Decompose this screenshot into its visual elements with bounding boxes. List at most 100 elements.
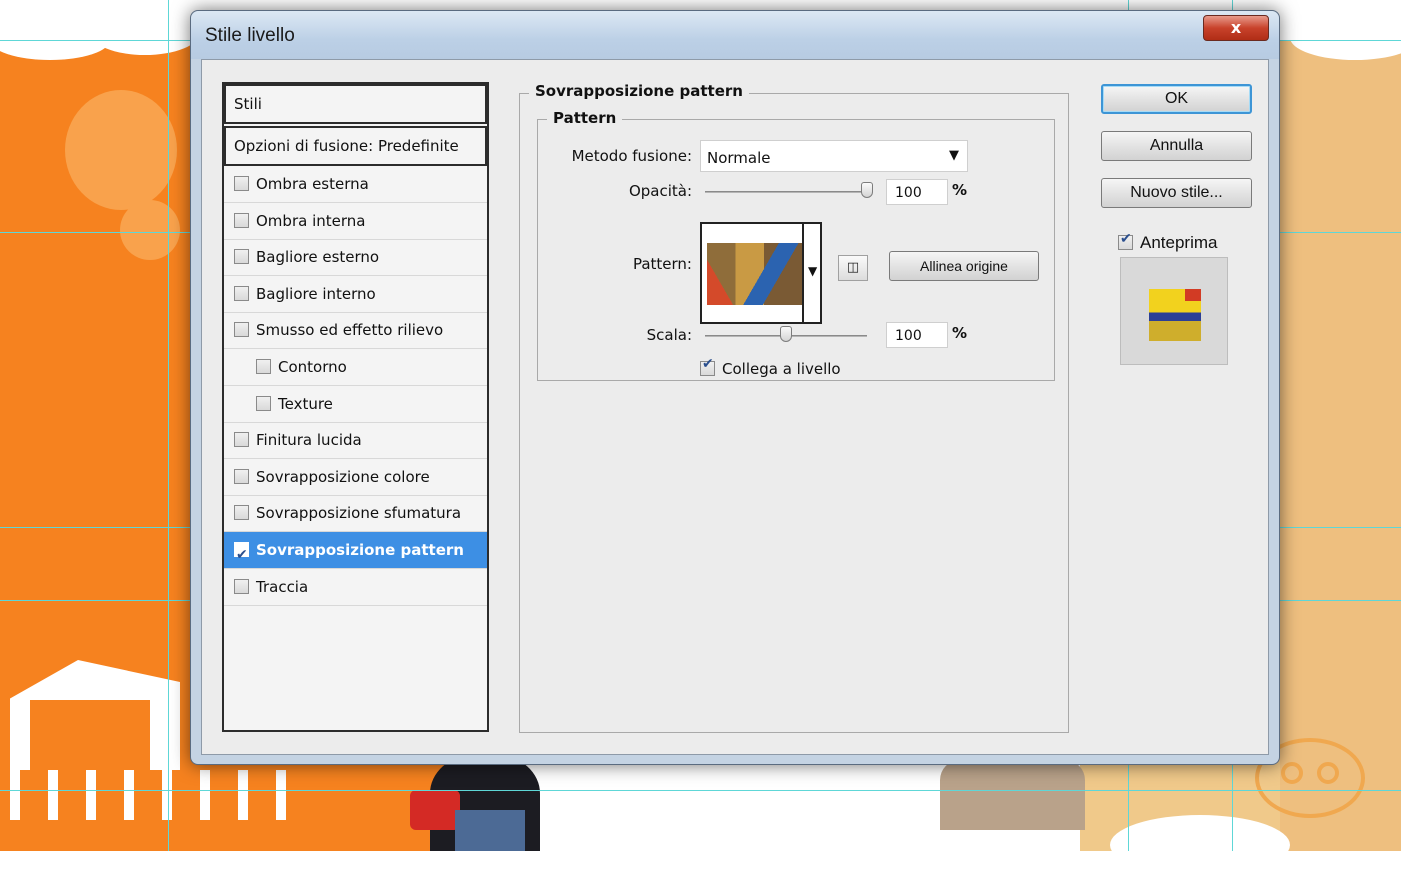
opacity-input[interactable]: 100 [886, 179, 948, 205]
styles-header-label: Stili [234, 95, 262, 113]
pattern-picker-toggle[interactable]: ▼ [802, 222, 822, 324]
snap-origin-button[interactable]: Allinea origine [889, 251, 1039, 281]
opacity-value: 100 [895, 185, 922, 201]
cloud-shape [1110, 815, 1290, 875]
balloon-shape [65, 90, 177, 210]
opacity-percent: % [952, 181, 968, 199]
scale-slider-thumb[interactable] [780, 326, 792, 342]
style-item[interactable]: Bagliore esterno [224, 239, 487, 277]
link-with-layer-label: Collega a livello [722, 360, 841, 378]
style-item-label: Texture [278, 394, 333, 413]
style-item-checkbox[interactable] [256, 359, 271, 374]
person-photo [455, 810, 525, 851]
style-item-checkbox[interactable] [234, 285, 249, 301]
style-item-checkbox[interactable] [234, 249, 249, 265]
close-button[interactable]: x [1203, 15, 1269, 41]
preview-checkbox[interactable]: Anteprima [1118, 230, 1217, 253]
style-item-label: Traccia [256, 577, 309, 596]
opacity-slider-track[interactable] [705, 191, 867, 193]
style-item[interactable]: Sovrapposizione pattern [224, 532, 487, 574]
panda-eye [1281, 762, 1303, 784]
styles-header[interactable]: Stili [224, 84, 487, 124]
link-with-layer-checkbox[interactable]: Collega a livello [700, 356, 841, 378]
dropdown-arrow-icon: ▼ [808, 264, 818, 278]
style-item[interactable]: Ombra interna [224, 203, 487, 240]
style-preview-swatch [1149, 289, 1201, 341]
style-item-checkbox[interactable] [234, 537, 249, 574]
cloud-shape [760, 810, 880, 870]
style-item-checkbox[interactable] [234, 176, 249, 191]
fence-shape [10, 770, 300, 820]
house-shape [30, 700, 150, 770]
style-item-label: Sovrapposizione pattern [256, 541, 464, 559]
style-item-checkbox[interactable] [234, 578, 249, 594]
person-photo [410, 790, 460, 830]
tree-stump-photo [940, 760, 1085, 830]
style-item[interactable]: Bagliore interno [224, 276, 487, 313]
new-preset-button[interactable]: ◫ [838, 255, 868, 281]
style-item[interactable]: Finitura lucida [224, 422, 487, 460]
section-title: Sovrapposizione pattern [529, 82, 749, 100]
link-checkbox-box[interactable] [700, 356, 715, 376]
new-style-label: Nuovo stile... [1130, 184, 1223, 201]
guide-line [0, 790, 1401, 791]
opacity-label: Opacità: [628, 182, 692, 200]
style-item[interactable]: Traccia [224, 569, 487, 606]
opacity-slider-thumb[interactable] [861, 182, 873, 198]
dialog-titlebar[interactable]: Stile livello x [191, 11, 1279, 59]
style-item-label: Smusso ed effetto rilievo [256, 321, 444, 340]
style-item[interactable]: Contorno [224, 349, 487, 386]
style-item-checkbox[interactable] [234, 322, 249, 338]
pattern-picker[interactable]: ▼ [700, 222, 822, 324]
new-preset-icon: ◫ [846, 260, 860, 275]
blend-options-item[interactable]: Opzioni di fusione: Predefinite [224, 126, 487, 166]
snap-origin-label: Allinea origine [920, 258, 1008, 274]
style-item-label: Ombra interna [256, 211, 366, 230]
style-item-checkbox[interactable] [234, 505, 249, 521]
sand-background-right [1280, 40, 1401, 851]
cancel-button[interactable]: Annulla [1101, 131, 1252, 161]
style-item-label: Contorno [278, 358, 347, 376]
style-item[interactable]: Ombra esterna [224, 166, 487, 203]
ok-button[interactable]: OK [1101, 84, 1252, 114]
panda-eye [1317, 762, 1339, 784]
style-item-label: Ombra esterna [256, 175, 369, 193]
style-item[interactable]: Smusso ed effetto rilievo [224, 312, 487, 350]
style-item-label: Bagliore esterno [256, 248, 380, 267]
new-style-button[interactable]: Nuovo stile... [1101, 178, 1252, 208]
blend-mode-value: Normale [707, 149, 771, 167]
style-item-checkbox[interactable] [234, 432, 249, 448]
pattern-thumbnail [707, 243, 802, 305]
dialog-title: Stile livello [205, 25, 295, 46]
scale-value: 100 [895, 328, 922, 344]
layer-style-dialog: Stile livello x Stili Opzioni di fusione… [190, 10, 1280, 765]
cloud-shape [90, 10, 200, 55]
balloon-shape [120, 200, 180, 260]
blend-mode-label: Metodo fusione: [571, 147, 692, 165]
preview-checkbox-box[interactable] [1118, 230, 1133, 250]
scale-label: Scala: [646, 326, 692, 344]
style-item-label: Finitura lucida [256, 431, 362, 450]
style-preview [1120, 257, 1228, 365]
styles-list: Stili Opzioni di fusione: Predefinite Om… [222, 82, 489, 732]
guide-line [168, 0, 169, 851]
style-item[interactable]: Texture [224, 386, 487, 423]
scale-percent: % [952, 324, 968, 342]
scale-input[interactable]: 100 [886, 322, 948, 348]
cancel-label: Annulla [1149, 137, 1204, 154]
style-item-checkbox[interactable] [234, 212, 249, 228]
blend-mode-select[interactable]: Normale ▼ [700, 140, 968, 172]
style-item-label: Sovrapposizione sfumatura [256, 504, 462, 523]
dialog-client-area: Stili Opzioni di fusione: Predefinite Om… [201, 59, 1269, 755]
dropdown-arrow-icon: ▼ [949, 148, 959, 163]
style-item[interactable]: Sovrapposizione sfumatura [224, 495, 487, 533]
style-item[interactable]: Sovrapposizione colore [224, 459, 487, 496]
style-item-checkbox[interactable] [256, 395, 271, 411]
close-icon: x [1230, 18, 1242, 37]
style-item-label: Bagliore interno [256, 284, 376, 303]
pattern-label: Pattern: [632, 255, 692, 273]
style-item-label: Sovrapposizione colore [256, 467, 430, 486]
ok-label: OK [1164, 90, 1189, 107]
style-item-checkbox[interactable] [234, 468, 249, 484]
blend-options-label: Opzioni di fusione: Predefinite [234, 137, 459, 155]
